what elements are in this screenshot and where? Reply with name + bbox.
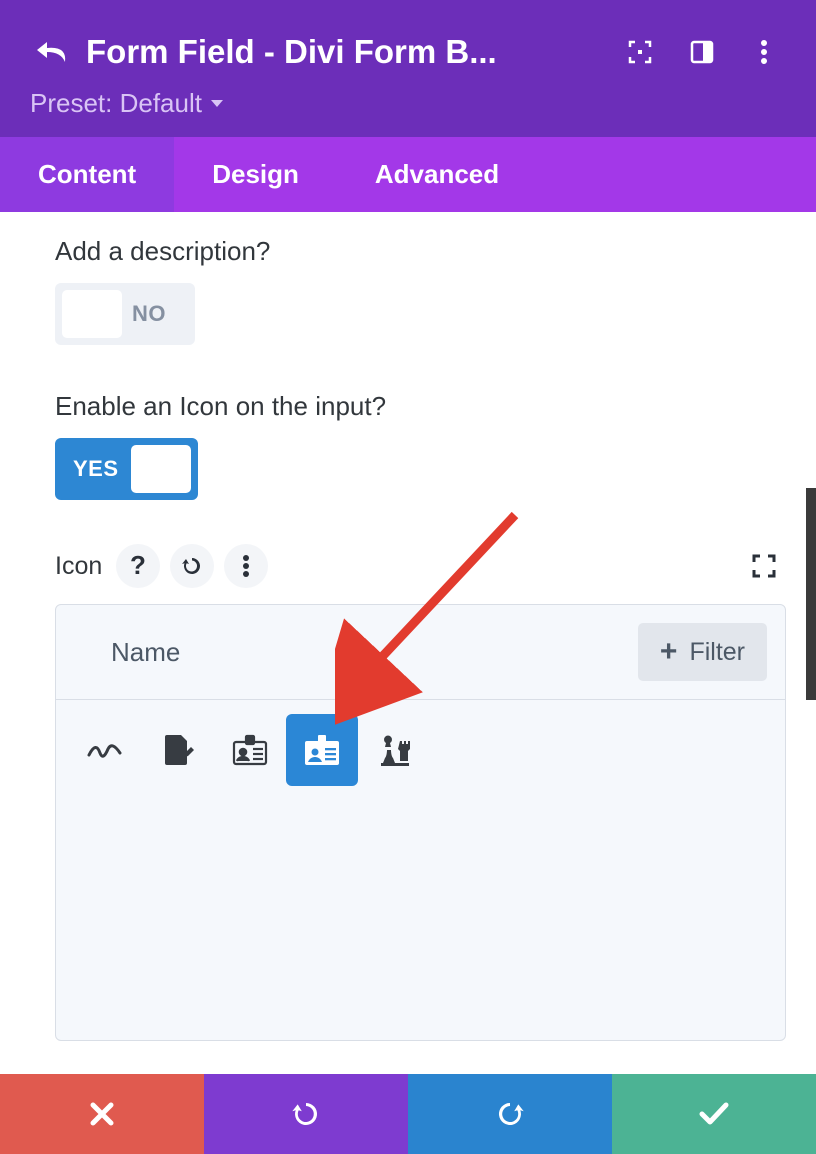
kebab-menu-icon[interactable]	[742, 30, 786, 74]
back-button[interactable]	[30, 30, 74, 74]
panel-header: Form Field - Divi Form B...	[0, 0, 816, 137]
icon-picker: Name + Filter	[55, 604, 786, 1041]
plus-icon: +	[660, 637, 678, 667]
toggle-thumb	[62, 290, 122, 338]
save-button[interactable]	[612, 1074, 816, 1154]
undo-button[interactable]	[204, 1074, 408, 1154]
cancel-button[interactable]	[0, 1074, 204, 1154]
add-description-toggle[interactable]: NO	[55, 283, 195, 345]
tab-advanced[interactable]: Advanced	[337, 137, 537, 212]
tab-design[interactable]: Design	[174, 137, 337, 212]
enable-icon-toggle[interactable]: YES	[55, 438, 198, 500]
icon-grid	[56, 700, 785, 1040]
id-card-alt-icon[interactable]	[214, 714, 286, 786]
action-bar	[0, 1074, 816, 1154]
id-card-icon[interactable]	[286, 714, 358, 786]
tab-bar: Content Design Advanced	[0, 137, 816, 212]
chess-pieces-icon[interactable]	[358, 714, 430, 786]
tab-content[interactable]: Content	[0, 137, 174, 212]
file-signature-icon[interactable]	[142, 714, 214, 786]
toggle-thumb	[131, 445, 191, 493]
icon-section-label: Icon	[55, 552, 102, 581]
preset-dropdown[interactable]: Preset: Default	[30, 88, 224, 119]
redo-button[interactable]	[408, 1074, 612, 1154]
reset-icon[interactable]	[170, 544, 214, 588]
filter-button[interactable]: + Filter	[638, 623, 767, 681]
svg-text:?: ?	[130, 552, 146, 580]
add-description-label: Add a description?	[55, 236, 786, 267]
scrollbar-thumb[interactable]	[806, 488, 816, 700]
panel-title: Form Field - Divi Form B...	[86, 33, 600, 71]
content-area: Add a description? NO Enable an Icon on …	[0, 212, 816, 1074]
help-icon[interactable]: ?	[116, 544, 160, 588]
focus-mode-icon[interactable]	[618, 30, 662, 74]
expand-icon[interactable]	[742, 544, 786, 588]
responsive-view-icon[interactable]	[680, 30, 724, 74]
enable-icon-label: Enable an Icon on the input?	[55, 391, 786, 422]
signature-icon[interactable]	[70, 714, 142, 786]
icon-search-input[interactable]: Name	[111, 637, 638, 668]
options-icon[interactable]	[224, 544, 268, 588]
